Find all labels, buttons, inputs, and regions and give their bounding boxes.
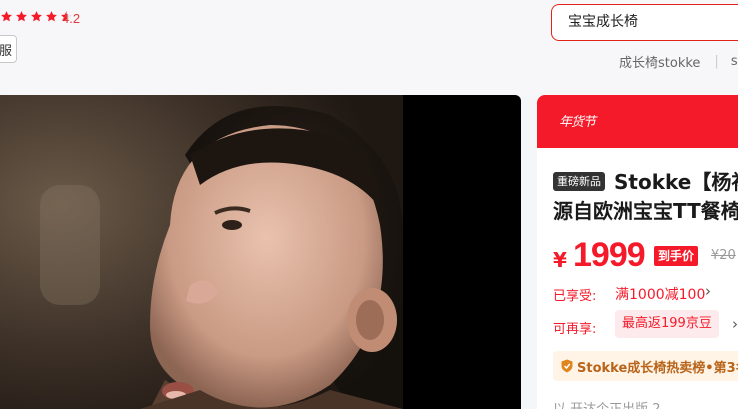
price: 1999	[573, 236, 646, 274]
extra-promo[interactable]: 最高返199京豆	[615, 310, 719, 338]
customer-service-button[interactable]: 服	[0, 35, 17, 63]
festival-banner: 年货节	[537, 95, 738, 148]
hot-word-link[interactable]: st	[731, 54, 738, 69]
currency-symbol: ¥	[553, 248, 567, 272]
chevron-right-icon[interactable]: ›	[732, 315, 738, 333]
original-price: ¥20	[711, 248, 736, 263]
hot-search-words: 成长椅stokke | st	[619, 52, 738, 71]
divider: |	[714, 54, 719, 69]
search-box[interactable]	[551, 4, 738, 41]
festival-label: 年货节	[559, 115, 596, 130]
star-icon	[16, 11, 27, 22]
chevron-right-icon[interactable]: ›	[705, 282, 711, 300]
product-title-line1: Stokke【杨祐	[614, 170, 738, 194]
shield-icon	[561, 359, 573, 373]
final-price-tag: 到手价	[654, 246, 699, 266]
ranking-text: Stokke成长椅热卖榜•第3名	[577, 360, 738, 376]
partial-text: 以 开达个正出版 2	[553, 398, 661, 409]
product-info-panel: 年货节 重磅新品 Stokke【杨祐 源自欧洲宝宝TT餐椅 ¥ 1999 到手价…	[537, 95, 738, 409]
star-icon	[31, 11, 42, 22]
baby-photo	[0, 95, 403, 409]
product-summary: 重磅新品 Stokke【杨祐 源自欧洲宝宝TT餐椅 ¥ 1999 到手价 ¥20…	[537, 148, 738, 409]
rating-score: 4.2	[62, 11, 81, 26]
hot-word-link[interactable]: 成长椅stokke	[619, 52, 700, 71]
enjoyed-promo[interactable]: 满1000减100	[615, 284, 705, 304]
star-icon	[1, 11, 12, 22]
enjoyed-label: 已享受:	[553, 289, 597, 304]
product-title-line2: 源自欧洲宝宝TT餐椅	[553, 199, 738, 223]
new-product-badge: 重磅新品	[553, 172, 605, 191]
extra-label: 可再享:	[553, 322, 597, 337]
star-icon	[46, 11, 57, 22]
ranking-bar[interactable]: Stokke成长椅热卖榜•第3名	[553, 351, 738, 381]
search-input[interactable]	[568, 5, 738, 40]
shop-header: 4.2 服 成长椅stokke | st	[0, 0, 738, 95]
product-video[interactable]	[0, 95, 521, 409]
service-button-label: 服	[0, 43, 12, 59]
